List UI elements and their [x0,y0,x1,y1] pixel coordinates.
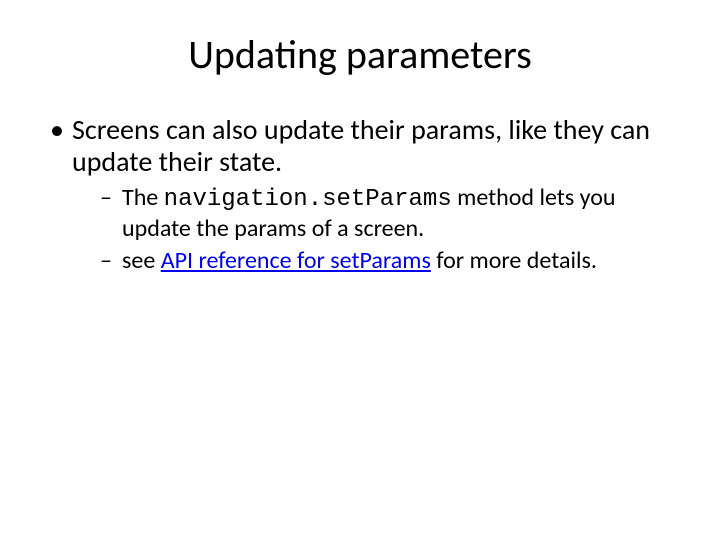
inline-code: navigation.setParams [164,186,452,213]
api-reference-link[interactable]: API reference for setParams [161,246,431,275]
sub-bullet-1-part-a: The [122,183,164,212]
sub-bullet-2-part-a: see [122,246,161,275]
sub-bullet-list: The navigation.setParams method lets you… [72,184,680,275]
bullet-list: Screens can also update their params, li… [30,114,690,275]
sub-bullet-1: The navigation.setParams method lets you… [100,184,680,243]
sub-bullet-2-part-b: for more details. [431,246,597,275]
bullet-1-text: Screens can also update their params, li… [72,112,650,179]
slide-title: Updating parameters [30,30,690,79]
sub-bullet-2: see API reference for setParams for more… [100,247,680,275]
slide: Updating parameters Screens can also upd… [0,0,720,540]
bullet-1: Screens can also update their params, li… [50,114,680,275]
